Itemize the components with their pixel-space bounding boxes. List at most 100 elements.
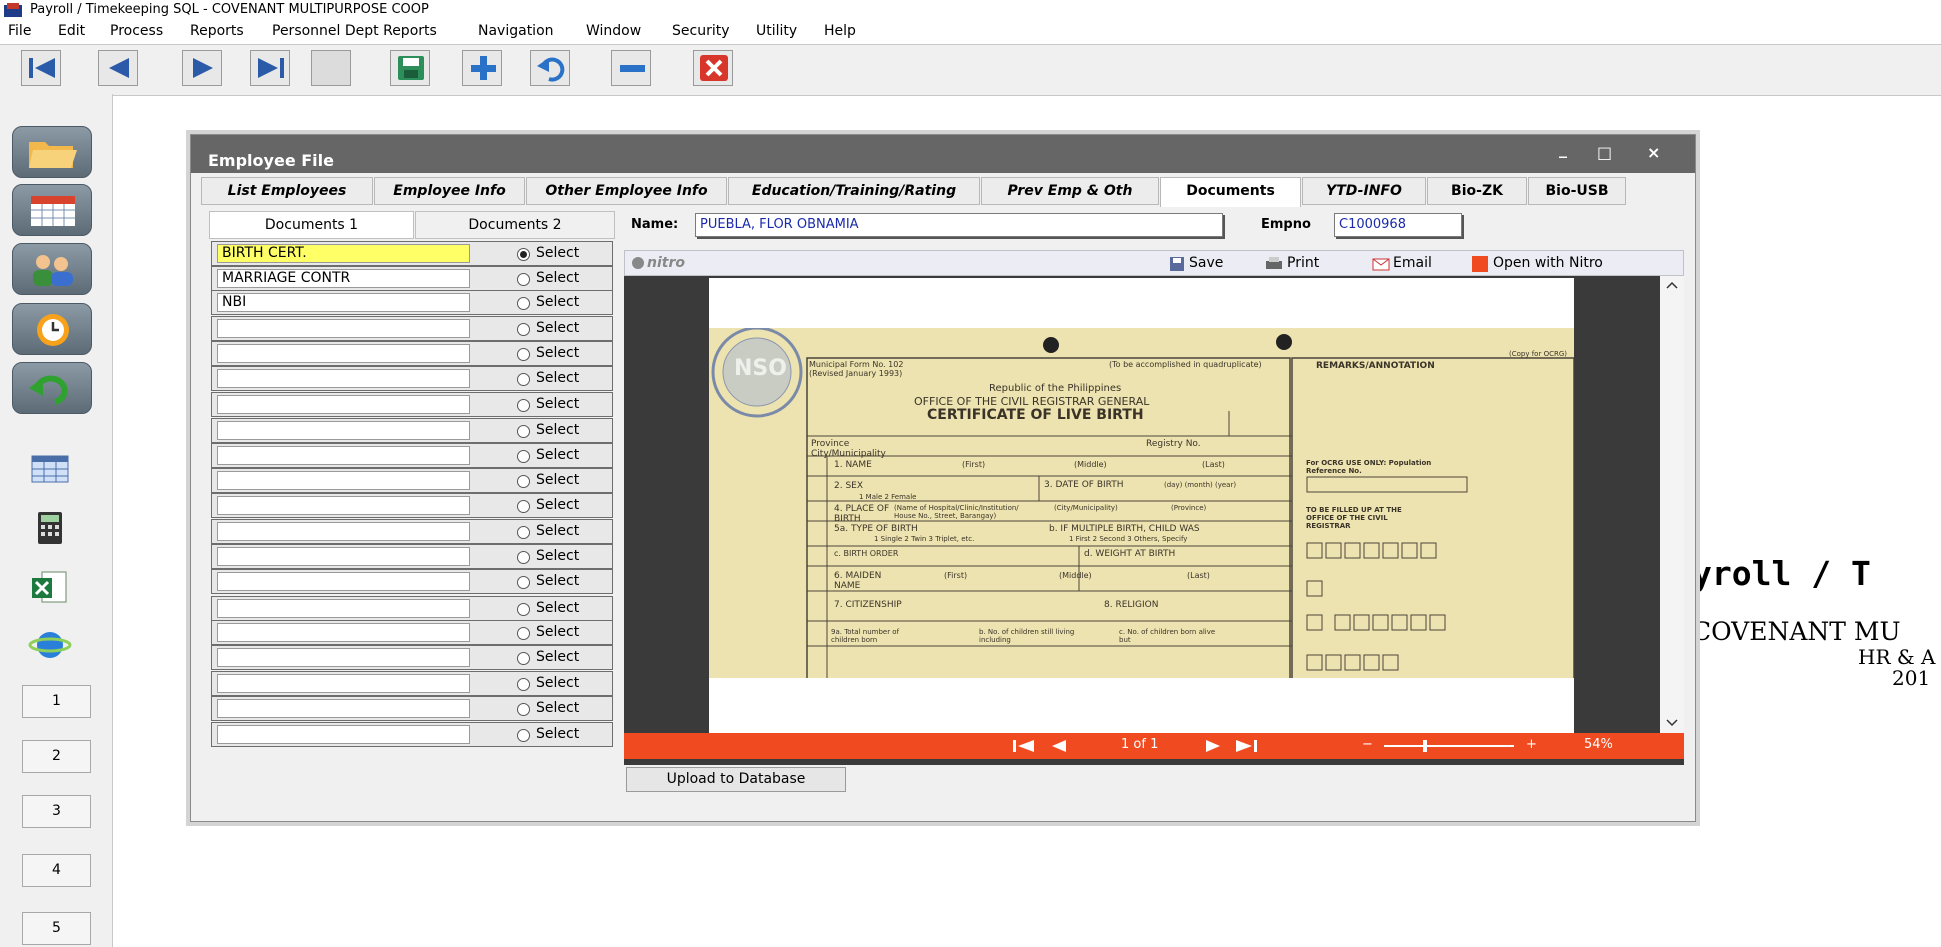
previous-page-icon[interactable]	[1050, 739, 1068, 753]
viewer-open-with-nitro-button[interactable]: Open with Nitro	[1493, 255, 1603, 271]
select-radio-label[interactable]: Select	[536, 700, 579, 716]
internet-button[interactable]	[26, 626, 74, 664]
tab-prev-emp-oth[interactable]: Prev Emp & Oth	[981, 177, 1159, 205]
select-radio[interactable]	[517, 450, 530, 463]
menu-reports[interactable]: Reports	[190, 23, 244, 39]
select-radio-label[interactable]: Select	[536, 472, 579, 488]
select-radio-label[interactable]: Select	[536, 447, 579, 463]
refresh-button[interactable]	[12, 362, 92, 414]
document-name-field[interactable]	[217, 547, 470, 566]
select-radio[interactable]	[517, 729, 530, 742]
excel-button[interactable]	[26, 568, 74, 606]
select-radio-label[interactable]: Select	[536, 726, 579, 742]
shortcut-4-button[interactable]: 4	[22, 854, 91, 887]
add-button[interactable]	[462, 50, 502, 86]
upload-to-database-button[interactable]: Upload to Database	[626, 767, 846, 792]
select-radio[interactable]	[517, 273, 530, 286]
select-radio-label[interactable]: Select	[536, 270, 579, 286]
select-radio-label[interactable]: Select	[536, 422, 579, 438]
select-radio-label[interactable]: Select	[536, 649, 579, 665]
close-button[interactable]	[693, 50, 733, 86]
window-maximize-button[interactable]: □	[1597, 143, 1612, 162]
shortcut-1-button[interactable]: 1	[22, 685, 91, 718]
tab-documents[interactable]: Documents	[1160, 177, 1301, 207]
select-radio[interactable]	[517, 703, 530, 716]
first-page-icon[interactable]	[1012, 739, 1036, 753]
document-name-field[interactable]	[217, 572, 470, 591]
select-radio-label[interactable]: Select	[536, 573, 579, 589]
viewer-email-button[interactable]: Email	[1393, 255, 1432, 271]
zoom-slider-track[interactable]	[1384, 745, 1514, 747]
menu-process[interactable]: Process	[110, 23, 163, 39]
table-button[interactable]	[26, 450, 74, 488]
window-close-button[interactable]: ×	[1647, 143, 1660, 162]
document-name-field[interactable]	[217, 446, 470, 465]
chevron-down-icon[interactable]	[1666, 718, 1678, 728]
last-page-icon[interactable]	[1234, 739, 1258, 753]
open-folder-button[interactable]	[12, 126, 92, 178]
menu-utility[interactable]: Utility	[756, 23, 797, 39]
select-radio-label[interactable]: Select	[536, 497, 579, 513]
shortcut-2-button[interactable]: 2	[22, 740, 91, 773]
select-radio[interactable]	[517, 373, 530, 386]
document-name-field[interactable]	[217, 699, 470, 718]
document-name-field[interactable]	[217, 648, 470, 667]
select-radio[interactable]	[517, 678, 530, 691]
menu-personnel-dept-reports[interactable]: Personnel Dept Reports	[272, 23, 437, 39]
window-minimize-button[interactable]: _	[1559, 139, 1567, 158]
document-name-field[interactable]	[217, 623, 470, 642]
select-radio[interactable]	[517, 500, 530, 513]
document-name-field[interactable]	[217, 421, 470, 440]
first-record-button[interactable]	[21, 50, 61, 86]
employees-button[interactable]	[12, 243, 92, 295]
zoom-in-button[interactable]: +	[1526, 737, 1537, 752]
select-radio[interactable]	[517, 348, 530, 361]
document-name-field[interactable]	[217, 522, 470, 541]
shortcut-5-button[interactable]: 5	[22, 912, 91, 945]
menu-navigation[interactable]: Navigation	[478, 23, 554, 39]
document-name-field[interactable]	[217, 725, 470, 744]
document-name-field[interactable]	[217, 369, 470, 388]
tab-education-training-rating[interactable]: Education/Training/Rating	[728, 177, 980, 205]
shortcut-3-button[interactable]: 3	[22, 795, 91, 828]
select-radio-label[interactable]: Select	[536, 675, 579, 691]
zoom-out-button[interactable]: −	[1362, 737, 1373, 752]
select-radio-label[interactable]: Select	[536, 624, 579, 640]
menu-security[interactable]: Security	[672, 23, 730, 39]
undo-button[interactable]	[530, 50, 570, 86]
document-name-field[interactable]	[217, 344, 470, 363]
delete-button[interactable]	[611, 50, 651, 86]
select-radio[interactable]	[517, 576, 530, 589]
document-name-field[interactable]: BIRTH CERT.	[217, 244, 470, 263]
select-radio[interactable]	[517, 475, 530, 488]
viewer-scrollbar[interactable]	[1660, 276, 1684, 733]
calculator-button[interactable]	[26, 509, 74, 547]
zoom-slider-thumb[interactable]	[1423, 740, 1427, 752]
select-radio[interactable]	[517, 627, 530, 640]
next-record-button[interactable]	[182, 50, 222, 86]
select-radio-label[interactable]: Select	[536, 370, 579, 386]
document-name-field[interactable]	[217, 471, 470, 490]
previous-record-button[interactable]	[98, 50, 138, 86]
blank-toolbar-button[interactable]	[311, 50, 351, 86]
select-radio[interactable]	[517, 425, 530, 438]
select-radio-label[interactable]: Select	[536, 396, 579, 412]
select-radio-label[interactable]: Select	[536, 523, 579, 539]
timekeeping-button[interactable]	[12, 303, 92, 355]
document-name-field[interactable]	[217, 319, 470, 338]
menu-help[interactable]: Help	[824, 23, 856, 39]
document-name-field[interactable]	[217, 395, 470, 414]
document-name-field[interactable]: NBI	[217, 293, 470, 312]
last-record-button[interactable]	[250, 50, 290, 86]
document-name-field[interactable]	[217, 674, 470, 693]
select-radio-label[interactable]: Select	[536, 294, 579, 310]
select-radio-label[interactable]: Select	[536, 245, 579, 261]
viewer-save-button[interactable]: Save	[1189, 255, 1223, 271]
document-name-field[interactable]: MARRIAGE CONTR	[217, 269, 470, 288]
chevron-up-icon[interactable]	[1666, 280, 1678, 290]
select-radio-label[interactable]: Select	[536, 600, 579, 616]
select-radio[interactable]	[517, 323, 530, 336]
select-radio[interactable]	[517, 652, 530, 665]
menu-edit[interactable]: Edit	[58, 23, 85, 39]
document-name-field[interactable]	[217, 599, 470, 618]
